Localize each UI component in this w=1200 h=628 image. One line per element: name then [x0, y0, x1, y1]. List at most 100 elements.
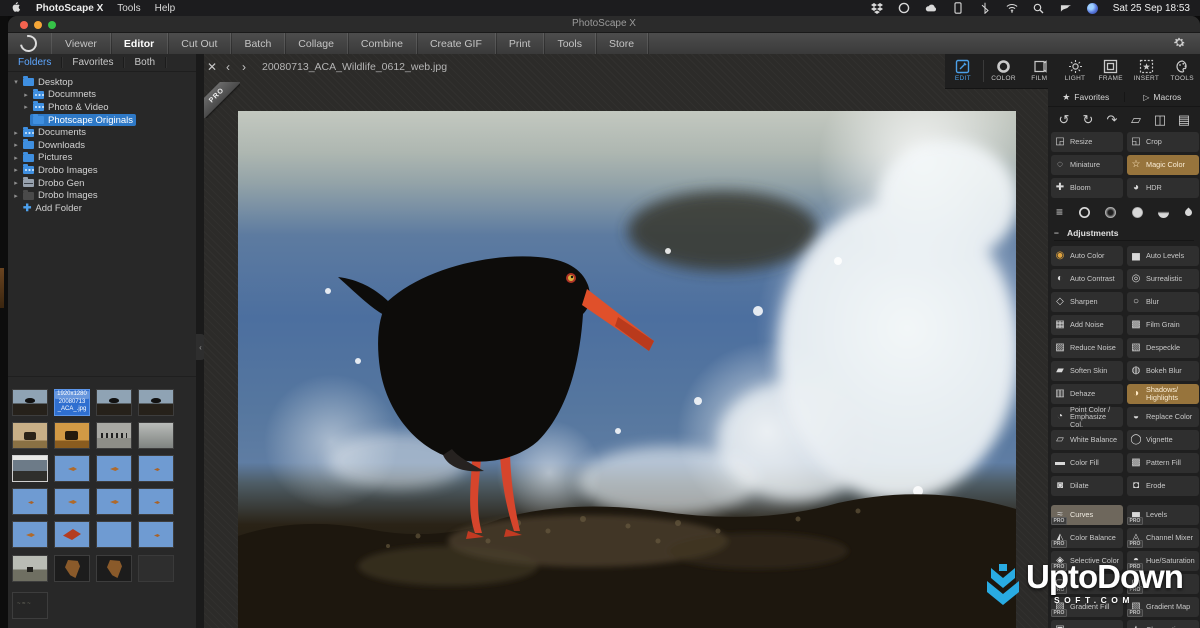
tool-button-levels[interactable]: ▅PROLevels [1127, 505, 1199, 525]
tool-button-dehaze[interactable]: ▥Dehaze [1051, 384, 1123, 404]
close-image-icon[interactable]: ✕ [204, 60, 220, 74]
disclosure-closed-icon[interactable]: ▸ [22, 103, 30, 111]
panel-tab-edit[interactable]: EDIT [945, 60, 984, 82]
thumbnail[interactable] [12, 488, 48, 515]
siri-icon[interactable] [1087, 3, 1098, 14]
panel-tab-film[interactable]: FILM [1021, 60, 1057, 82]
rotate-left-icon[interactable]: ↺ [1054, 112, 1074, 128]
previous-image-icon[interactable]: ‹ [220, 60, 236, 74]
thumbnail[interactable] [54, 422, 90, 449]
folder-tree-item[interactable]: ✚Add Folder [8, 202, 196, 215]
folder-tree-item[interactable]: ▸Drobo Images [8, 189, 196, 202]
thumbnail[interactable] [54, 488, 90, 515]
disclosure-closed-icon[interactable]: ▸ [12, 179, 20, 187]
tab-print[interactable]: Print [496, 33, 545, 54]
folder-tree-item[interactable]: ▸Documents [8, 126, 196, 139]
thumbnail[interactable] [96, 521, 132, 548]
tool-button-bokeh-blur[interactable]: ◍Bokeh Blur [1127, 361, 1199, 381]
flip-vertical-icon[interactable]: ▤ [1174, 112, 1194, 128]
thumbnail[interactable] [12, 521, 48, 548]
tool-button-blur[interactable]: ○Blur [1127, 292, 1199, 312]
disclosure-closed-icon[interactable]: ▸ [22, 91, 30, 99]
panel-tab-tools[interactable]: TOOLS [1164, 60, 1200, 82]
tool-button-channel-mixer[interactable]: ◬PROChannel Mixer [1127, 528, 1199, 548]
panel-tab-frame[interactable]: FRAME [1093, 60, 1129, 82]
tool-button-auto-color[interactable]: ◉Auto Color [1051, 246, 1123, 266]
folder-tree-item[interactable]: ▸Pictures [8, 152, 196, 165]
thumbnail[interactable] [96, 422, 132, 449]
thumbnail[interactable] [138, 555, 174, 582]
thumbnail[interactable] [96, 488, 132, 515]
tool-button-reduce-noise[interactable]: ▨Reduce Noise [1051, 338, 1123, 358]
vignette-dark-center-icon[interactable] [1105, 207, 1116, 218]
tool-button-add-noise[interactable]: ▦Add Noise [1051, 315, 1123, 335]
tab-create-gif[interactable]: Create GIF [417, 33, 496, 54]
favorites-button[interactable]: ★ Favorites [1048, 92, 1124, 103]
tool-button-soften-skin[interactable]: ▰Soften Skin [1051, 361, 1123, 381]
search-icon[interactable] [1033, 2, 1045, 14]
tool-button-replace-color[interactable]: ◒Replace Color [1127, 407, 1199, 427]
creative-cloud-icon[interactable] [898, 2, 910, 14]
tool-button-bloom[interactable]: ✚Bloom [1051, 178, 1123, 198]
perspective-icon[interactable]: ▱ [1126, 112, 1146, 128]
panel-tab-color[interactable]: COLOR [986, 60, 1022, 82]
tool-button-magic-color[interactable]: ☆Magic Color [1127, 155, 1199, 175]
disclosure-closed-icon[interactable]: ▸ [12, 166, 20, 174]
thumbnail[interactable] [54, 555, 90, 582]
tool-button-auto-levels[interactable]: ▅Auto Levels [1127, 246, 1199, 266]
tool-button-hidden[interactable]: ▣PRO [1051, 620, 1123, 628]
sidebar-tab-favorites[interactable]: Favorites [62, 57, 124, 68]
thumbnail-selected[interactable]: 1920x128020080713_ACA_.jpg [54, 389, 90, 416]
tool-button-erode[interactable]: ◘Erode [1127, 476, 1199, 496]
thumbnail[interactable] [138, 455, 174, 482]
folder-tree-item[interactable]: ▸Drobo Images [8, 164, 196, 177]
apple-logo-icon[interactable] [10, 2, 22, 14]
tab-combine[interactable]: Combine [348, 33, 417, 54]
thumbnail[interactable] [138, 422, 174, 449]
tool-button-resize[interactable]: ◲Resize [1051, 132, 1123, 152]
thumbnail[interactable] [138, 389, 174, 416]
thumbnail[interactable] [54, 521, 90, 548]
tool-button-film-grain[interactable]: ▩Film Grain [1127, 315, 1199, 335]
next-image-icon[interactable]: › [236, 60, 252, 74]
tool-button-dilate[interactable]: ◙Dilate [1051, 476, 1123, 496]
tool-button-surrealistic[interactable]: ◎Surrealistic [1127, 269, 1199, 289]
panel-tab-insert[interactable]: INSERT [1129, 60, 1165, 82]
tool-button-pattern-fill[interactable]: ▩Pattern Fill [1127, 453, 1199, 473]
tool-button-chromatic[interactable]: ◭PROChromatic [1127, 620, 1199, 628]
tab-cut-out[interactable]: Cut Out [168, 33, 231, 54]
folder-tree-item[interactable]: ▸Documnets [8, 89, 196, 102]
rotate-arbitrary-icon[interactable]: ↷ [1102, 112, 1122, 128]
flip-horizontal-icon[interactable]: ◫ [1150, 112, 1170, 128]
disclosure-closed-icon[interactable]: ▸ [12, 141, 20, 149]
cloud-icon[interactable] [925, 2, 937, 14]
dock-icon[interactable] [1060, 2, 1072, 14]
thumbnail[interactable] [138, 488, 174, 515]
panel-tab-light[interactable]: LIGHT [1057, 60, 1093, 82]
macros-button[interactable]: ▷ Macros [1124, 92, 1200, 102]
tool-button-crop[interactable]: ◱Crop [1127, 132, 1199, 152]
collapse-section-icon[interactable]: − [1054, 228, 1059, 238]
disclosure-closed-icon[interactable]: ▸ [12, 192, 20, 200]
sidebar-tab-folders[interactable]: Folders [8, 57, 62, 68]
thumbnail[interactable] [12, 422, 48, 449]
tool-button-shadows-highlights[interactable]: ◑Shadows/ Highlights [1127, 384, 1199, 404]
folder-tree-item[interactable]: ▸Drobo Gen [8, 177, 196, 190]
tab-collage[interactable]: Collage [285, 33, 348, 54]
folder-tree-item[interactable]: ▸Downloads [8, 139, 196, 152]
disclosure-open-icon[interactable]: ▾ [12, 78, 20, 86]
thumbnail[interactable] [12, 389, 48, 416]
vignette-ring-icon[interactable] [1079, 207, 1090, 218]
tool-button-point-color-emphasize-col-[interactable]: ◔Point Color / Emphasize Col. [1051, 407, 1123, 427]
menubar-clock[interactable]: Sat 25 Sep 18:53 [1113, 3, 1190, 14]
thumbnail[interactable] [96, 555, 132, 582]
folder-tree-item[interactable]: Photscape Originals [8, 114, 196, 127]
thumbnail[interactable] [54, 455, 90, 482]
droplet-icon[interactable] [1184, 207, 1194, 217]
gear-icon[interactable] [1173, 36, 1186, 52]
thumbnail[interactable] [96, 455, 132, 482]
thumbnail[interactable] [138, 521, 174, 548]
thumbnail[interactable] [12, 592, 48, 619]
tab-store[interactable]: Store [596, 33, 648, 54]
tab-viewer[interactable]: Viewer [51, 33, 111, 54]
